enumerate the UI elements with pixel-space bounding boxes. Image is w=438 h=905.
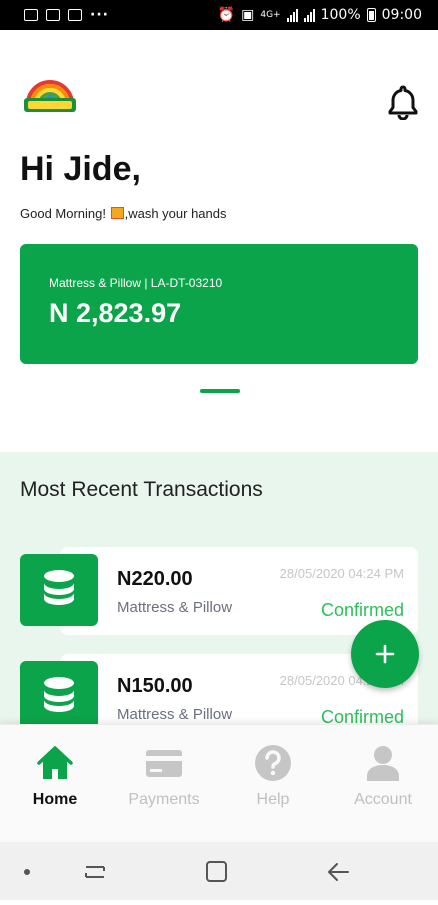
greeting-message-end: ,wash your hands bbox=[124, 206, 227, 221]
coins-icon bbox=[20, 554, 98, 626]
nav-home-label: Home bbox=[32, 791, 78, 808]
gallery-notification-icon bbox=[24, 9, 38, 21]
system-nav-icons bbox=[24, 861, 349, 882]
nav-dot-icon bbox=[24, 869, 30, 875]
battery-percent: 100% bbox=[320, 7, 361, 23]
transaction-amount: N150.00 bbox=[117, 675, 193, 697]
coins-icon-svg bbox=[44, 570, 74, 605]
transaction-description: Mattress & Pillow bbox=[117, 706, 233, 723]
plus-icon bbox=[375, 644, 395, 664]
nav-account[interactable]: Account bbox=[333, 743, 433, 809]
nav-help-label: Help bbox=[256, 791, 290, 808]
bottom-navigation: Home Payments Help Account bbox=[0, 724, 438, 853]
more-notifications-icon: ··· bbox=[90, 7, 109, 23]
card-notification-icon bbox=[68, 9, 82, 21]
greeting-title: Hi Jide, bbox=[20, 150, 141, 188]
laptop-notification-icon bbox=[46, 9, 60, 21]
nav-home[interactable]: Home bbox=[5, 743, 105, 853]
signal-icon-2 bbox=[303, 8, 315, 22]
battery-icon bbox=[366, 8, 376, 22]
transaction-card bbox=[60, 547, 418, 635]
status-bar: ··· ⏰ ▣ 4G+ 100% 09:00 bbox=[0, 0, 438, 30]
account-balance: N 2,823.97 bbox=[49, 298, 182, 328]
credit-card-icon bbox=[146, 750, 182, 777]
transaction-amount: N220.00 bbox=[117, 568, 193, 590]
bell-icon[interactable] bbox=[386, 84, 420, 120]
mouka-logo-icon bbox=[24, 80, 76, 112]
transaction-date: 28/05/2020 04:24 PM bbox=[279, 566, 404, 581]
home-system-icon[interactable] bbox=[206, 861, 227, 882]
recent-apps-icon[interactable] bbox=[85, 866, 105, 878]
coins-icon bbox=[20, 661, 98, 733]
person-icon bbox=[367, 746, 399, 781]
home-icon bbox=[37, 746, 73, 779]
nav-payments[interactable]: Payments bbox=[114, 743, 214, 809]
nav-help[interactable]: Help bbox=[223, 743, 323, 809]
carousel-indicator bbox=[200, 389, 240, 393]
alarm-icon: ⏰ bbox=[217, 7, 236, 23]
recent-transactions-section: Most Recent Transactions N220.00 Mattres… bbox=[0, 452, 438, 742]
sunrise-emoji-icon bbox=[110, 207, 124, 219]
transaction-description: Mattress & Pillow bbox=[117, 599, 233, 616]
nav-account-label: Account bbox=[354, 791, 412, 808]
add-button[interactable] bbox=[351, 620, 419, 688]
transaction-status: Confirmed bbox=[320, 600, 404, 620]
network-type: 4G+ bbox=[260, 10, 281, 20]
system-navigation-bar bbox=[0, 842, 438, 900]
greeting-message: Good Morning! ,wash your hands bbox=[20, 206, 227, 221]
vibrate-icon: ▣ bbox=[241, 7, 255, 23]
clock: 09:00 bbox=[381, 7, 422, 23]
greeting-message-start: Good Morning! bbox=[20, 206, 110, 221]
nav-payments-label: Payments bbox=[128, 791, 200, 808]
signal-icon bbox=[286, 8, 298, 22]
transaction-item[interactable]: N220.00 Mattress & Pillow 28/05/2020 04:… bbox=[20, 547, 418, 635]
back-icon[interactable] bbox=[328, 863, 349, 881]
help-icon bbox=[255, 745, 291, 781]
coins-icon-svg bbox=[44, 677, 74, 712]
account-label: Mattress & Pillow | LA-DT-03210 bbox=[49, 276, 223, 290]
account-balance-card[interactable]: Mattress & Pillow | LA-DT-03210 N 2,823.… bbox=[20, 244, 418, 364]
section-title: Most Recent Transactions bbox=[20, 478, 263, 501]
